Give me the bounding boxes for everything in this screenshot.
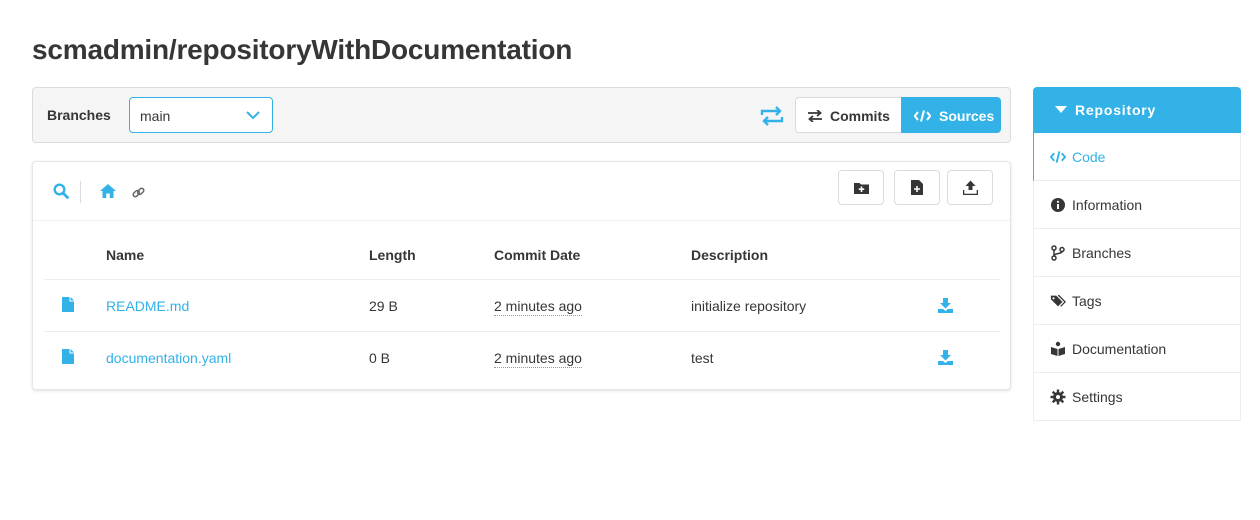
sources-button[interactable]: Sources	[901, 97, 1001, 133]
download-icon[interactable]	[938, 350, 953, 365]
upload-button[interactable]	[947, 170, 993, 205]
chevron-down-icon	[246, 111, 260, 120]
file-commit-date: 2 minutes ago	[494, 350, 582, 368]
column-commit-date[interactable]: Commit Date	[494, 247, 580, 263]
sidebar-item-documentation[interactable]: Documentation	[1033, 325, 1241, 373]
toolbar-divider	[80, 181, 81, 203]
sidebar-item-code[interactable]: Code	[1033, 133, 1241, 181]
column-description[interactable]: Description	[691, 247, 768, 263]
code-icon	[1050, 150, 1066, 163]
file-commit-date: 2 minutes ago	[494, 298, 582, 316]
file-table: Name Length Commit Date Description READ…	[44, 221, 1000, 384]
home-icon[interactable]	[99, 183, 117, 199]
caret-down-icon	[1055, 106, 1067, 113]
table-row: documentation.yaml 0 B 2 minutes ago tes…	[44, 332, 1000, 384]
file-plus-icon	[911, 180, 923, 195]
column-name[interactable]: Name	[106, 247, 144, 263]
sidebar-item-label: Tags	[1072, 292, 1102, 309]
branch-bar: Branches main Commits Sources	[32, 87, 1011, 143]
code-icon	[914, 110, 931, 122]
sidebar-item-settings[interactable]: Settings	[1033, 373, 1241, 421]
page-title: scmadmin/repositoryWithDocumentation	[32, 34, 573, 65]
download-icon[interactable]	[938, 298, 953, 313]
branch-icon	[1051, 244, 1065, 261]
folder-plus-icon	[853, 182, 869, 194]
link-icon[interactable]	[132, 186, 145, 199]
commits-label: Commits	[830, 108, 890, 124]
column-length[interactable]: Length	[369, 247, 416, 263]
exchange-icon	[808, 110, 822, 122]
sources-label: Sources	[939, 108, 995, 124]
search-icon[interactable]	[53, 183, 69, 199]
branch-select[interactable]: main	[129, 97, 273, 133]
gear-icon	[1050, 389, 1066, 404]
upload-icon	[962, 180, 978, 195]
file-icon	[62, 349, 74, 364]
sidebar-item-label: Documentation	[1072, 340, 1167, 357]
file-name-link[interactable]: README.md	[106, 298, 189, 314]
file-length: 0 B	[369, 350, 391, 366]
tags-icon	[1050, 294, 1066, 307]
sidebar-item-tags[interactable]: Tags	[1033, 277, 1241, 325]
file-name-link[interactable]: documentation.yaml	[106, 350, 231, 366]
info-icon	[1051, 197, 1065, 212]
create-folder-button[interactable]	[838, 170, 884, 205]
sidebar-item-label: Information	[1072, 196, 1143, 213]
file-toolbar	[33, 162, 1010, 221]
sidebar-header[interactable]: Repository	[1033, 87, 1241, 133]
file-length: 29 B	[369, 298, 398, 314]
file-icon	[62, 297, 74, 312]
sidebar-item-label: Code	[1072, 148, 1106, 165]
sidebar-header-label: Repository	[1075, 102, 1157, 118]
sidebar-item-label: Settings	[1072, 388, 1123, 405]
table-row: README.md 29 B 2 minutes ago initialize …	[44, 280, 1000, 332]
branch-select-value: main	[140, 108, 171, 124]
create-file-button[interactable]	[894, 170, 940, 205]
table-header: Name Length Commit Date Description	[44, 221, 1000, 280]
sidebar-item-label: Branches	[1072, 244, 1132, 261]
file-description: test	[691, 350, 714, 366]
sidebar-item-information[interactable]: Information	[1033, 181, 1241, 229]
file-description: initialize repository	[691, 298, 807, 314]
branches-label: Branches	[47, 107, 111, 123]
repository-sidebar: Repository Code Information Branches Tag…	[1033, 87, 1241, 421]
file-browser-card: Name Length Commit Date Description READ…	[32, 161, 1011, 390]
book-icon	[1051, 341, 1065, 356]
switch-view-icon[interactable]	[759, 105, 785, 127]
sidebar-item-branches[interactable]: Branches	[1033, 229, 1241, 277]
commits-button[interactable]: Commits	[795, 97, 902, 133]
